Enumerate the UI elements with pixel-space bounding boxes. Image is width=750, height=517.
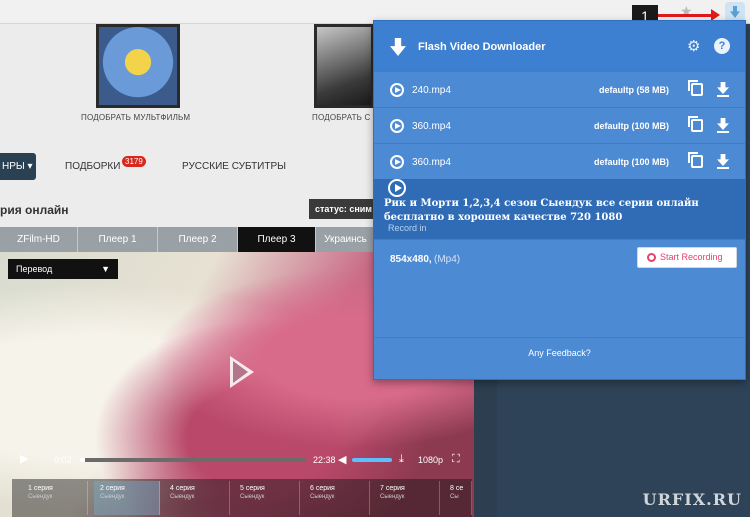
- play-icon[interactable]: [388, 179, 406, 197]
- episode-item[interactable]: 8 се Сы: [444, 481, 472, 515]
- download-icon[interactable]: ⤓: [399, 453, 404, 466]
- record-in-label: Record in: [388, 223, 427, 233]
- duration: 22:38: [313, 455, 336, 465]
- current-time: 0:02: [54, 455, 72, 465]
- poster-caption[interactable]: ПОДОБРАТЬ МУЛЬТФИЛЬМ: [81, 113, 190, 122]
- episode-item[interactable]: 2 серия Сыендук: [94, 481, 160, 515]
- poster-film[interactable]: [314, 24, 374, 108]
- feedback-link[interactable]: Any Feedback?: [374, 337, 745, 379]
- volume-slider[interactable]: [352, 458, 392, 462]
- collections-count-badge: 3179: [122, 156, 146, 167]
- episode-item[interactable]: 4 серия Сыендук: [164, 481, 230, 515]
- tab-ukrainian[interactable]: Украинсь: [316, 227, 376, 252]
- file-name: 360.mp4: [412, 157, 451, 168]
- record-section: Рик и Морти 1,2,3,4 сезон Сыендук все се…: [374, 179, 745, 239]
- play-icon[interactable]: [390, 83, 404, 97]
- resolution-row: 854x480, (Mp4) Start Recording: [374, 239, 745, 279]
- play-icon[interactable]: [390, 119, 404, 133]
- chevron-down-icon: ▼: [101, 264, 110, 274]
- format-label: (Mp4): [434, 254, 461, 265]
- bookmark-star-icon[interactable]: ★: [680, 3, 693, 20]
- nav-genre-button[interactable]: НРЫ ▾: [0, 153, 36, 180]
- file-row: 360.mp4 defaultp (100 MB): [374, 143, 745, 179]
- seek-bar-fill: [80, 458, 85, 462]
- download-arrow-icon: [390, 38, 406, 56]
- play-icon[interactable]: [390, 155, 404, 169]
- poster-caption[interactable]: ПОДОБРАТЬ С: [312, 113, 371, 122]
- play-pause-icon[interactable]: ▶: [20, 452, 28, 465]
- record-video-title: Рик и Морти 1,2,3,4 сезон Сыендук все се…: [384, 198, 699, 223]
- section-title: рия онлайн: [0, 203, 69, 217]
- file-row: 240.mp4 defaultp (58 MB): [374, 71, 745, 107]
- feedback-label: Any Feedback?: [528, 348, 591, 358]
- translation-select[interactable]: Перевод ▼: [8, 259, 118, 279]
- annotation-arrow: [658, 9, 720, 21]
- copy-icon[interactable]: [688, 152, 703, 168]
- file-info: defaultp (100 MB): [593, 121, 669, 131]
- tab-player-2[interactable]: Плеер 2: [158, 227, 238, 252]
- download-icon[interactable]: [717, 154, 729, 170]
- volume-icon[interactable]: ◀: [338, 453, 346, 466]
- file-info: defaultp (100 MB): [593, 157, 669, 167]
- flash-video-downloader-popup: Flash Video Downloader ⚙ ? 240.mp4 defau…: [373, 20, 746, 380]
- file-name: 360.mp4: [412, 121, 451, 132]
- popup-header: Flash Video Downloader ⚙ ?: [374, 21, 745, 71]
- episode-item[interactable]: 5 серия Сыендук: [234, 481, 300, 515]
- episode-item[interactable]: 6 серия Сыендук: [304, 481, 370, 515]
- quality-label[interactable]: 1080p: [418, 455, 443, 465]
- seek-bar[interactable]: [80, 458, 306, 462]
- episode-item[interactable]: 1 серия Сыендук: [22, 481, 88, 515]
- tab-player-3[interactable]: Плеер 3: [238, 227, 316, 252]
- help-icon[interactable]: ?: [714, 38, 730, 54]
- file-list: 240.mp4 defaultp (58 MB) 360.mp4 default…: [374, 71, 745, 179]
- fullscreen-icon[interactable]: ⛶: [452, 453, 460, 466]
- tab-player-1[interactable]: Плеер 1: [78, 227, 158, 252]
- copy-icon[interactable]: [688, 80, 703, 96]
- gear-icon[interactable]: ⚙: [687, 37, 700, 55]
- copy-icon[interactable]: [688, 116, 703, 132]
- start-recording-label: Start Recording: [660, 252, 723, 262]
- file-name: 240.mp4: [412, 85, 451, 96]
- download-icon[interactable]: [717, 82, 729, 98]
- play-icon[interactable]: [230, 356, 254, 388]
- poster-cartoon[interactable]: [96, 24, 180, 108]
- start-recording-button[interactable]: Start Recording: [637, 247, 737, 268]
- nav-collections-link[interactable]: ПОДБОРКИ: [65, 161, 120, 172]
- record-icon: [647, 253, 656, 262]
- status-badge: статус: сним: [309, 199, 375, 219]
- watermark: URFIX.RU: [642, 490, 742, 509]
- file-info: defaultp (58 MB): [598, 85, 669, 95]
- nav-subtitles-link[interactable]: РУССКИЕ СУБТИТРЫ: [182, 161, 286, 172]
- episode-item[interactable]: 7 серия Сыендук: [374, 481, 440, 515]
- resolution-label: 854x480,: [390, 254, 432, 265]
- episode-strip: 1 серия Сыендук 2 серия Сыендук 4 серия Сые…: [12, 479, 472, 517]
- tab-zfilm-hd[interactable]: ZFilm-HD: [0, 227, 78, 252]
- popup-title: Flash Video Downloader: [418, 41, 546, 53]
- download-icon[interactable]: [717, 118, 729, 134]
- extension-download-icon[interactable]: [725, 2, 745, 22]
- file-row: 360.mp4 defaultp (100 MB): [374, 107, 745, 143]
- translation-select-value: Перевод: [16, 264, 53, 274]
